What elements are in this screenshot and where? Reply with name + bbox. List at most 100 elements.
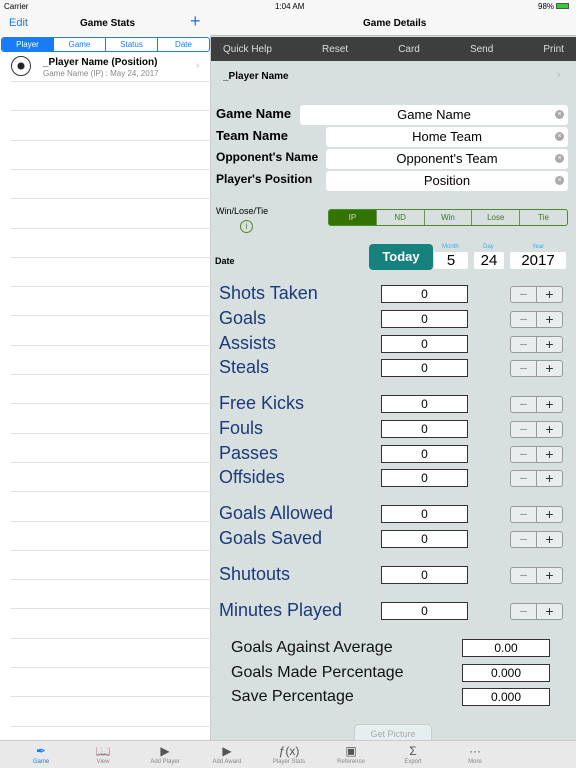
stat-value-field[interactable]: 0 [381,445,468,463]
clear-icon[interactable]: × [555,176,564,185]
stat-value-field[interactable]: 0 [381,469,468,487]
stat-value-field[interactable]: 0 [381,505,468,523]
plus-button[interactable]: + [537,312,562,327]
clear-icon[interactable]: × [555,154,564,163]
minus-button[interactable]: − [511,361,537,376]
minus-button[interactable]: − [511,471,537,486]
minus-button[interactable]: − [511,337,537,352]
plus-button[interactable]: + [537,507,562,522]
wlt-ip[interactable]: IP [329,210,377,225]
plus-button[interactable]: + [537,447,562,462]
stat-value-field[interactable]: 0 [381,310,468,328]
plus-button[interactable]: + [537,397,562,412]
document-add-icon: ▶ [222,744,232,758]
position-field[interactable]: Position × [326,171,568,191]
stat-value-field[interactable]: 0 [381,602,468,620]
wlt-tie[interactable]: Tie [520,210,567,225]
plus-button[interactable]: + [537,604,562,619]
send-button[interactable]: Send [470,44,493,55]
stat-label: Shots Taken [219,283,318,303]
minus-button[interactable]: − [511,604,537,619]
soccer-ball-icon [11,56,31,76]
stat-value-field[interactable]: 0 [381,530,468,548]
tab-add-award[interactable]: ▶ Add Award [196,741,258,768]
month-label: Month [442,244,459,250]
tab-label: Export [404,759,422,765]
game-name-value: Game Name [397,107,471,122]
stat-value-field[interactable]: 0 [381,420,468,438]
minus-button[interactable]: − [511,312,537,327]
clear-icon[interactable]: × [555,110,564,119]
quill-icon: ✒ [35,744,47,758]
player-name: _Player Name [223,71,289,82]
plus-button[interactable]: + [537,287,562,302]
wlt-win[interactable]: Win [425,210,473,225]
stat-value-field[interactable]: 0 [381,566,468,584]
detail-header: 1:04 AM 98% Game Details [211,0,576,36]
minus-button[interactable]: − [511,447,537,462]
tab-view[interactable]: 📖 View [72,741,134,768]
tab-reference[interactable]: ▣ Reference [320,741,382,768]
minus-button[interactable]: − [511,287,537,302]
stat-value-field[interactable]: 0 [381,285,468,303]
edit-button[interactable]: Edit [9,17,28,29]
month-field[interactable]: 5 [434,252,468,269]
plus-button[interactable]: + [537,422,562,437]
reset-button[interactable]: Reset [322,44,348,55]
row-divider [10,726,211,727]
wlt-nd[interactable]: ND [377,210,425,225]
stat-value-field[interactable]: 0 [381,395,468,413]
plus-button[interactable]: + [537,471,562,486]
document-add-icon: ▶ [160,744,170,758]
opponent-name-field[interactable]: Opponent's Team × [326,149,568,169]
year-field[interactable]: 2017 [510,252,566,269]
opponent-name-label: Opponent's Name [216,150,319,164]
today-button[interactable]: Today [369,244,433,270]
calculated-label: Goals Against Average [231,639,393,656]
tab-game[interactable]: ✒ Game [10,741,72,768]
player-name-row[interactable]: _Player Name › [211,65,576,89]
stat-stepper: − + [510,531,563,548]
segment-player[interactable]: Player [2,38,54,51]
minus-button[interactable]: − [511,422,537,437]
quick-help-button[interactable]: Quick Help [223,44,272,55]
stat-label: Assists [219,333,277,353]
tab-label: More [468,759,482,765]
tab-add-player[interactable]: ▶ Add Player [134,741,196,768]
row-divider [10,81,211,82]
tab-more[interactable]: ··· More [444,741,506,768]
list-item[interactable]: _Player Name (Position) Game Name (IP) :… [0,53,211,81]
day-field[interactable]: 24 [474,252,504,269]
row-divider [10,550,211,551]
plus-button[interactable]: + [537,337,562,352]
info-icon[interactable]: i [240,220,253,233]
wlt-lose[interactable]: Lose [472,210,521,225]
minus-button[interactable]: − [511,532,537,547]
plus-button[interactable]: + [537,568,562,583]
row-divider [10,198,211,199]
stat-label: Offsides [219,467,285,487]
stat-value-field[interactable]: 0 [381,335,468,353]
game-name-field[interactable]: Game Name × [300,105,568,125]
stat-stepper: − + [510,470,563,487]
add-button[interactable]: + [190,11,201,32]
segment-status[interactable]: Status [106,38,158,51]
card-button[interactable]: Card [398,44,420,55]
minus-button[interactable]: − [511,397,537,412]
team-name-field[interactable]: Home Team × [326,127,568,147]
minus-button[interactable]: − [511,568,537,583]
master-header: Carrier Edit Game Stats + [0,0,211,36]
stat-stepper: − + [510,336,563,353]
plus-button[interactable]: + [537,532,562,547]
tab-player-stats[interactable]: ƒ(x) Player Stats [258,741,320,768]
print-button[interactable]: Print [543,44,564,55]
segment-game[interactable]: Game [54,38,106,51]
clear-icon[interactable]: × [555,132,564,141]
plus-button[interactable]: + [537,361,562,376]
minus-button[interactable]: − [511,507,537,522]
tab-label: Add Player [150,759,180,765]
stat-value-field[interactable]: 0 [381,359,468,377]
segment-date[interactable]: Date [158,38,209,51]
tab-export[interactable]: Σ Export [382,741,444,768]
stat-label: Passes [219,443,279,463]
